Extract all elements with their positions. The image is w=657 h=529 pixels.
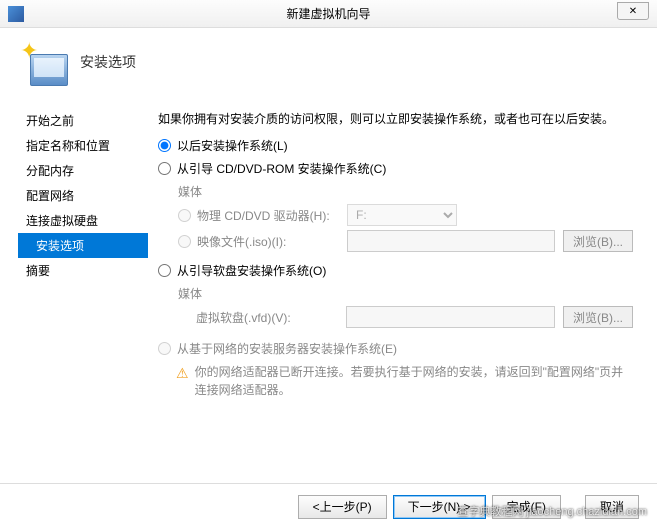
content-area: 开始之前 指定名称和位置 分配内存 配置网络 连接虚拟硬盘 安装选项 摘要 如果… (0, 96, 657, 476)
wizard-header: ✦ 安装选项 (0, 28, 657, 96)
drive-select: F: (347, 204, 457, 226)
vfd-path-input (346, 306, 555, 328)
wizard-icon: ✦ (20, 38, 68, 86)
window-title: 新建虚拟机向导 (286, 5, 370, 22)
radio-install-later[interactable] (158, 139, 171, 152)
wizard-steps-sidebar: 开始之前 指定名称和位置 分配内存 配置网络 连接虚拟硬盘 安装选项 摘要 (0, 96, 148, 476)
radio-install-cd[interactable] (158, 162, 171, 175)
iso-row: 映像文件(.iso)(I): 浏览(B)... (178, 230, 633, 252)
option-install-network: 从基于网络的安装服务器安装操作系统(E) (158, 340, 633, 357)
cd-subgroup: 媒体 物理 CD/DVD 驱动器(H): F: 映像文件(.iso)(I): 浏… (178, 183, 633, 252)
sidebar-item-vhd[interactable]: 连接虚拟硬盘 (18, 208, 148, 233)
network-warning: ⚠ 你的网络适配器已断开连接。若要执行基于网络的安装，请返回到"配置网络"页并连… (176, 363, 633, 399)
wizard-footer: <上一步(P) 下一步(N) > 完成(F) 取消 (0, 483, 657, 529)
browse-iso-button: 浏览(B)... (563, 230, 633, 252)
option-install-floppy-label: 从引导软盘安装操作系统(O) (177, 262, 326, 279)
intro-text: 如果你拥有对安装介质的访问权限，则可以立即安装操作系统，或者也可在以后安装。 (158, 110, 633, 127)
app-icon (8, 6, 24, 22)
iso-label: 映像文件(.iso)(I): (197, 233, 347, 250)
media-label: 媒体 (178, 183, 633, 200)
prev-button[interactable]: <上一步(P) (298, 495, 387, 519)
option-install-later[interactable]: 以后安装操作系统(L) (158, 137, 633, 154)
option-install-cd[interactable]: 从引导 CD/DVD-ROM 安装操作系统(C) (158, 160, 633, 177)
option-install-later-label: 以后安装操作系统(L) (177, 137, 288, 154)
page-title: 安装选项 (80, 52, 136, 72)
sidebar-item-name-location[interactable]: 指定名称和位置 (18, 133, 148, 158)
iso-path-input (347, 230, 555, 252)
option-install-cd-label: 从引导 CD/DVD-ROM 安装操作系统(C) (177, 160, 386, 177)
browse-vfd-button: 浏览(B)... (563, 306, 633, 328)
cancel-button[interactable]: 取消 (585, 495, 639, 519)
vfd-label: 虚拟软盘(.vfd)(V): (196, 309, 346, 326)
floppy-subgroup: 媒体 虚拟软盘(.vfd)(V): 浏览(B)... (178, 285, 633, 328)
sidebar-item-install-options[interactable]: 安装选项 (18, 233, 148, 258)
sidebar-item-before-begin[interactable]: 开始之前 (18, 108, 148, 133)
vfd-row: 虚拟软盘(.vfd)(V): 浏览(B)... (178, 306, 633, 328)
radio-iso-file (178, 235, 191, 248)
titlebar: 新建虚拟机向导 ✕ (0, 0, 657, 28)
main-panel: 如果你拥有对安装介质的访问权限，则可以立即安装操作系统，或者也可在以后安装。 以… (148, 96, 657, 476)
next-button[interactable]: 下一步(N) > (393, 495, 486, 519)
sidebar-item-summary[interactable]: 摘要 (18, 258, 148, 283)
warning-icon: ⚠ (176, 363, 189, 384)
network-warning-text: 你的网络适配器已断开连接。若要执行基于网络的安装，请返回到"配置网络"页并连接网… (195, 363, 633, 399)
physical-drive-label: 物理 CD/DVD 驱动器(H): (197, 207, 347, 224)
sidebar-item-memory[interactable]: 分配内存 (18, 158, 148, 183)
close-button[interactable]: ✕ (617, 2, 649, 20)
radio-physical-drive (178, 209, 191, 222)
option-install-floppy[interactable]: 从引导软盘安装操作系统(O) (158, 262, 633, 279)
physical-drive-row: 物理 CD/DVD 驱动器(H): F: (178, 204, 633, 226)
media-label-2: 媒体 (178, 285, 633, 302)
option-install-network-label: 从基于网络的安装服务器安装操作系统(E) (177, 340, 397, 357)
radio-install-network (158, 342, 171, 355)
sidebar-item-network[interactable]: 配置网络 (18, 183, 148, 208)
finish-button[interactable]: 完成(F) (492, 495, 561, 519)
radio-install-floppy[interactable] (158, 264, 171, 277)
